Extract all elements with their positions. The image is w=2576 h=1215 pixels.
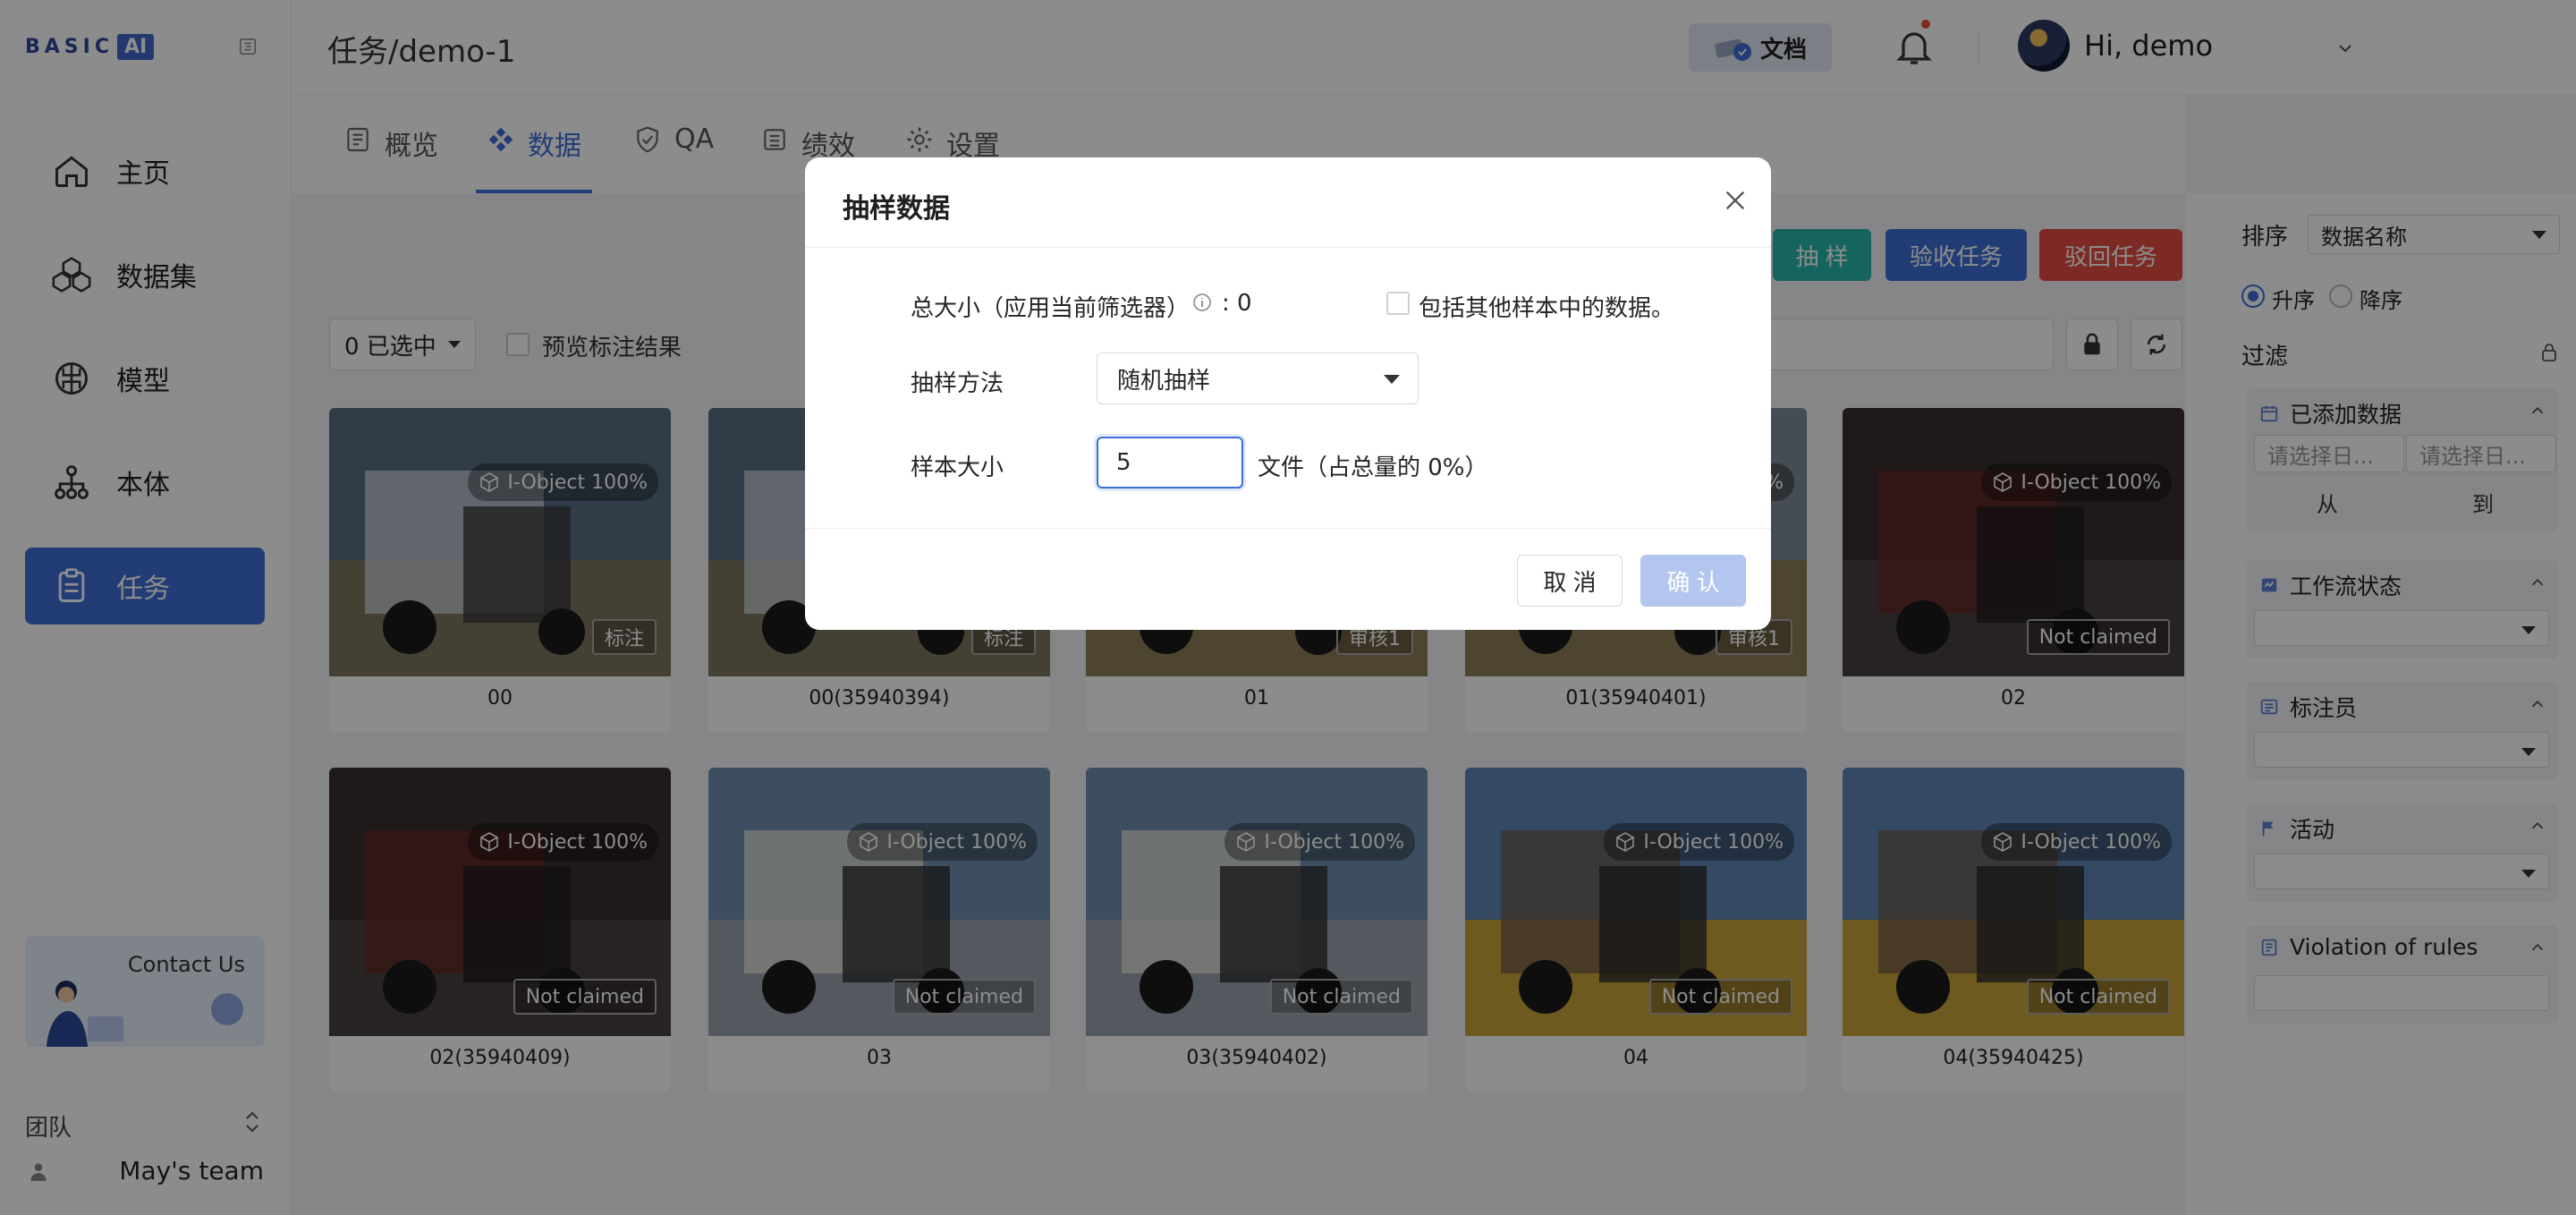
caret-down-icon [1384, 375, 1400, 384]
close-icon[interactable] [1721, 186, 1750, 215]
sampling-dialog: 抽样数据 总大小（应用当前筛选器） : 0 包括其他样本中的数据。 抽样方法 随… [805, 157, 1771, 630]
dialog-divider [805, 247, 1771, 248]
total-size-label: 总大小（应用当前筛选器） [911, 295, 1191, 322]
sample-size-input[interactable] [1097, 437, 1243, 489]
include-other-samples-checkbox[interactable] [1386, 292, 1410, 315]
dialog-title: 抽样数据 [843, 193, 950, 225]
include-other-samples-label: 包括其他样本中的数据。 [1419, 295, 1675, 322]
sampling-method-label: 抽样方法 [911, 370, 1004, 397]
confirm-button[interactable]: 确 认 [1640, 555, 1746, 607]
sampling-method-value: 随机抽样 [1117, 367, 1211, 395]
dialog-divider [805, 528, 1771, 529]
total-size-value: : 0 [1222, 290, 1252, 317]
info-icon[interactable] [1191, 292, 1213, 313]
sample-size-label: 样本大小 [911, 455, 1004, 481]
sampling-method-select[interactable]: 随机抽样 [1097, 353, 1419, 404]
cancel-button[interactable]: 取 消 [1517, 555, 1623, 607]
sample-size-suffix: 文件（占总量的 0%） [1258, 455, 1488, 481]
